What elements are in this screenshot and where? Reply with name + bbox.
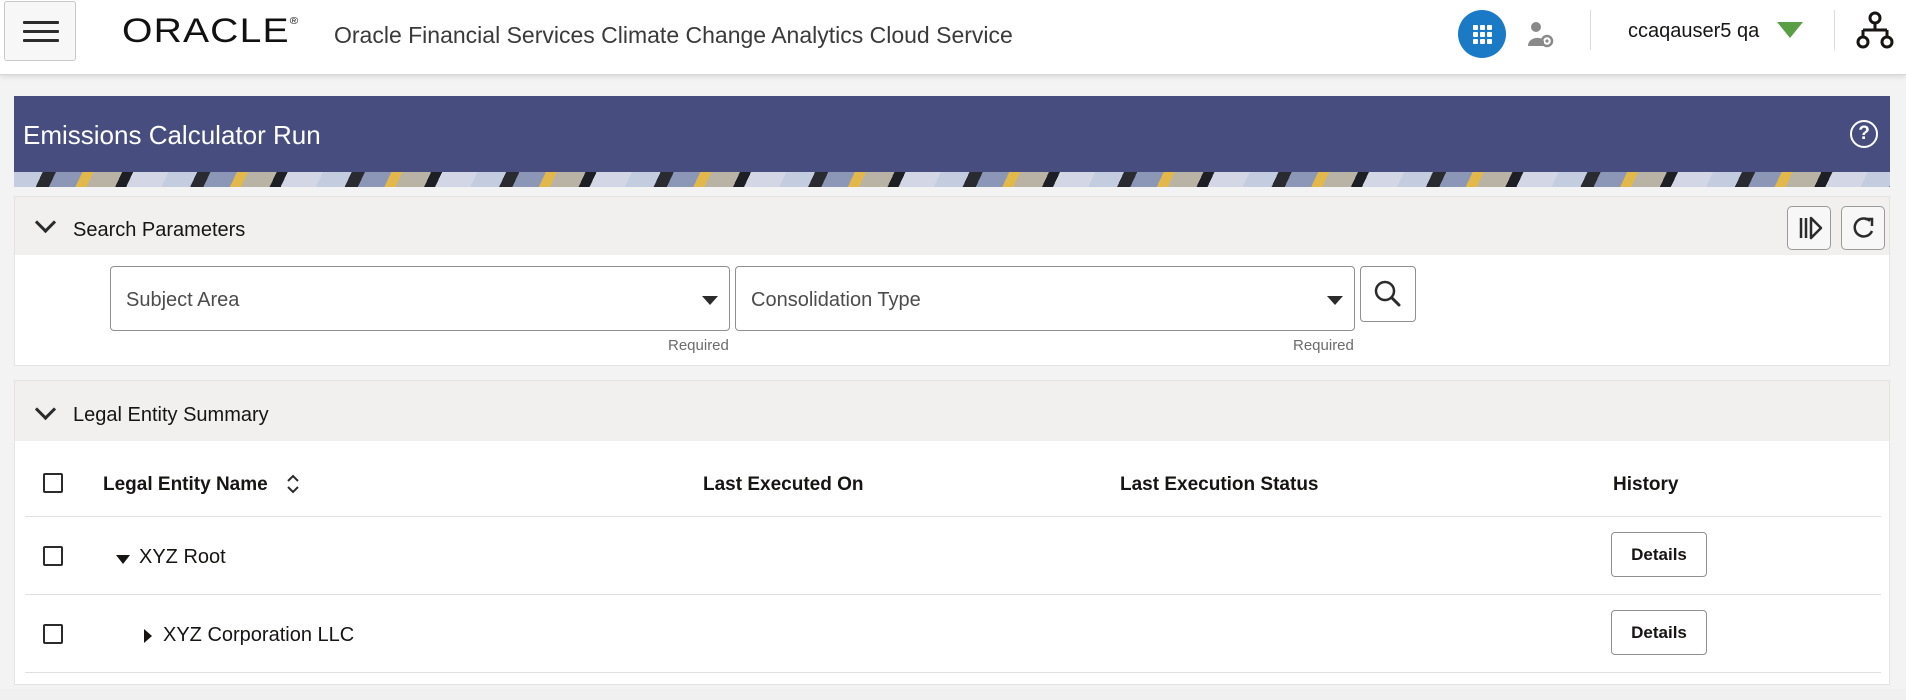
chevron-down-icon[interactable] <box>1327 296 1343 305</box>
column-header-legal-entity-name[interactable]: Legal Entity Name <box>103 474 268 496</box>
column-header-last-execution-status: Last Execution Status <box>1120 474 1319 495</box>
consolidation-type-select[interactable]: Consolidation Type <box>735 266 1355 331</box>
column-header-last-executed-on: Last Executed On <box>703 474 864 495</box>
help-icon[interactable]: ? <box>1850 120 1878 148</box>
username[interactable]: ccaqauser5 qa <box>1628 20 1759 43</box>
row-checkbox[interactable] <box>43 624 63 644</box>
oracle-logo: ORACLE® <box>122 12 300 50</box>
app-title: Oracle Financial Services Climate Change… <box>334 22 1013 48</box>
user-gear-icon[interactable] <box>1526 20 1554 48</box>
legal-entity-summary-title: Legal Entity Summary <box>73 404 269 426</box>
select-all-checkbox[interactable] <box>43 473 63 493</box>
search-icon <box>1374 280 1401 307</box>
banner-decoration <box>14 172 1890 187</box>
row-checkbox[interactable] <box>43 546 63 566</box>
header-divider <box>1834 10 1835 50</box>
legal-entity-name: XYZ Corporation LLC <box>163 624 355 646</box>
row-divider <box>25 594 1881 595</box>
search-parameters-title: Search Parameters <box>73 219 246 241</box>
run-button[interactable] <box>1787 206 1831 250</box>
legal-entity-name: XYZ Root <box>139 546 226 568</box>
hierarchy-icon[interactable] <box>1854 10 1896 52</box>
apps-grid-icon[interactable] <box>1458 10 1506 58</box>
column-header-history: History <box>1613 474 1679 495</box>
subject-area-label: Subject Area <box>126 289 240 311</box>
reset-icon <box>1853 217 1874 238</box>
consolidation-type-required: Required <box>1293 337 1354 354</box>
user-menu-caret-icon[interactable] <box>1777 22 1803 38</box>
header-divider <box>1590 10 1591 50</box>
sort-icon[interactable] <box>285 473 301 495</box>
legal-entity-summary-header[interactable]: Legal Entity Summary <box>15 381 1889 441</box>
page-title: Emissions Calculator Run <box>23 120 321 150</box>
hamburger-menu-icon[interactable] <box>4 1 76 61</box>
subject-area-select[interactable]: Subject Area <box>110 266 730 331</box>
search-parameters-header[interactable]: Search Parameters <box>15 197 1889 255</box>
chevron-down-icon[interactable] <box>702 296 718 305</box>
expand-caret-icon[interactable] <box>144 629 152 643</box>
details-button[interactable]: Details <box>1611 610 1707 655</box>
details-button[interactable]: Details <box>1611 532 1707 577</box>
consolidation-type-label: Consolidation Type <box>751 289 921 311</box>
run-icon <box>1799 216 1823 240</box>
reset-button[interactable] <box>1841 206 1885 250</box>
row-divider <box>25 516 1881 517</box>
row-divider <box>25 672 1881 673</box>
search-parameters-panel: Search Parameters Subject Area Required … <box>14 196 1890 366</box>
legal-entity-summary-panel: Legal Entity Summary Legal Entity Name L… <box>14 380 1890 685</box>
chevron-down-icon[interactable] <box>34 211 57 234</box>
chevron-down-icon[interactable] <box>34 398 57 421</box>
search-button[interactable] <box>1360 266 1416 322</box>
subject-area-required: Required <box>668 337 729 354</box>
page-footer-strip <box>0 689 1906 700</box>
app-header: ORACLE® Oracle Financial Services Climat… <box>0 0 1906 75</box>
collapse-caret-icon[interactable] <box>116 555 130 564</box>
page-banner: Emissions Calculator Run ? <box>14 96 1890 187</box>
